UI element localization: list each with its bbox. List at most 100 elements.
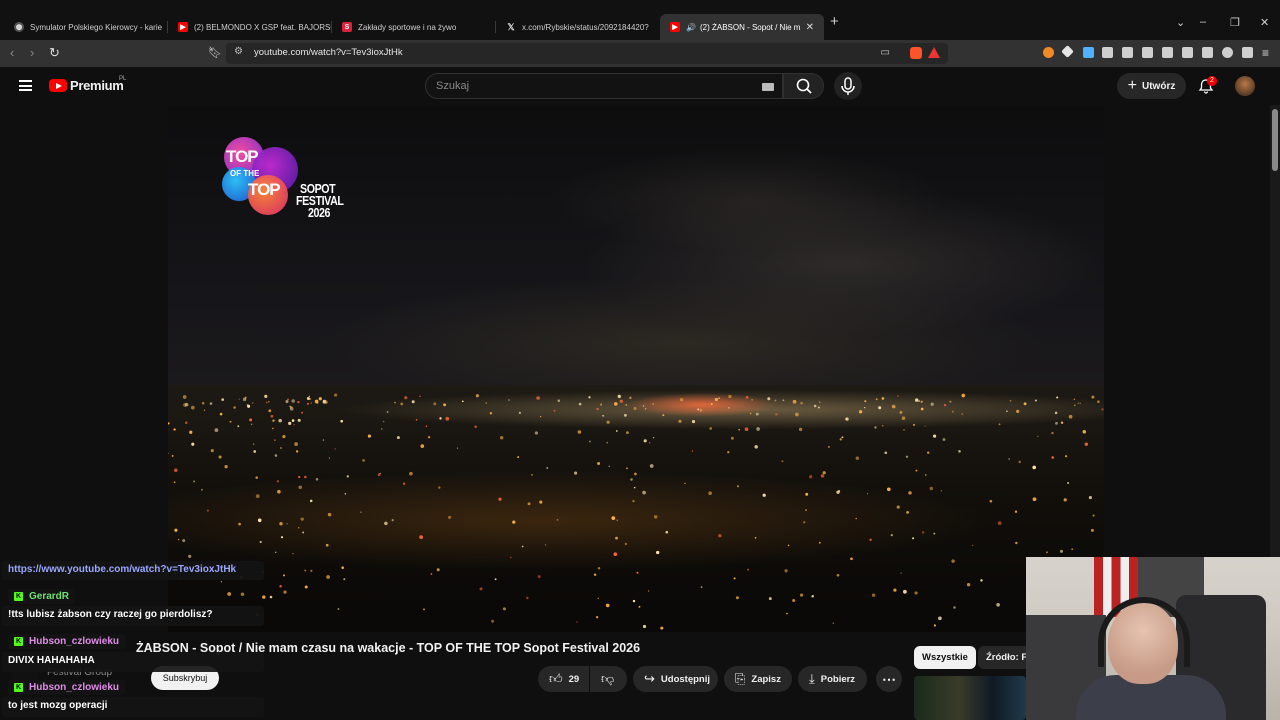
city-light xyxy=(227,592,232,596)
brave-shields-icon[interactable] xyxy=(910,47,922,59)
city-light xyxy=(318,397,322,401)
cast-icon[interactable]: ▭ xyxy=(881,47,890,58)
browser-tab[interactable]: ◍ Symulator Polskiego Kierowcy - karie xyxy=(4,14,168,40)
close-tab-icon[interactable]: ✕ xyxy=(800,22,814,33)
dislike-button[interactable]: 👎︎ xyxy=(590,666,627,692)
address-bar[interactable]: ⚙ youtube.com/watch?v=Tev3ioxJtHk ▭ xyxy=(226,43,948,64)
city-light xyxy=(1084,442,1089,446)
search-box[interactable] xyxy=(425,73,783,99)
tab-search-chevron-icon[interactable]: ⌄ xyxy=(1176,16,1185,29)
city-light xyxy=(174,468,178,472)
city-light xyxy=(633,406,637,411)
extension-icon[interactable] xyxy=(1102,47,1113,58)
extension-icon[interactable] xyxy=(1043,47,1054,58)
city-light xyxy=(805,509,807,512)
brave-rewards-icon[interactable] xyxy=(928,47,940,58)
download-icon: ⤓ xyxy=(809,671,815,686)
music-icon[interactable] xyxy=(1142,47,1153,58)
search-button[interactable] xyxy=(783,73,824,99)
city-light xyxy=(626,467,628,470)
forward-icon[interactable]: › xyxy=(30,45,34,60)
city-light xyxy=(274,454,278,457)
browser-tab[interactable]: S Zakłady sportowe i na żywo xyxy=(332,14,496,40)
city-light xyxy=(813,404,817,408)
recommended-thumbnail[interactable] xyxy=(914,676,1026,720)
city-light xyxy=(278,418,282,423)
city-light xyxy=(381,428,383,430)
city-light xyxy=(1071,548,1074,551)
city-light xyxy=(280,447,282,449)
city-light xyxy=(362,458,366,462)
city-light xyxy=(377,473,381,477)
city-light xyxy=(795,412,799,417)
like-button[interactable]: 👍︎ 29 xyxy=(538,666,589,692)
share-button[interactable]: ↪ Udostępnij xyxy=(633,666,718,692)
scrollbar-thumb[interactable] xyxy=(1272,109,1278,171)
youtube-premium-logo[interactable]: Premium PL xyxy=(49,76,126,93)
bookmark-icon[interactable]: 🔖︎ xyxy=(208,46,222,59)
city-light xyxy=(298,527,300,529)
city-light xyxy=(292,553,294,555)
city-light xyxy=(268,409,272,413)
sidebar-icon[interactable] xyxy=(1162,47,1173,58)
vpn-icon[interactable] xyxy=(1222,47,1233,58)
voice-search-button[interactable] xyxy=(834,72,862,100)
new-tab-button[interactable]: + xyxy=(830,13,839,30)
city-light xyxy=(881,424,884,427)
chip-all[interactable]: Wszystkie xyxy=(914,646,976,669)
city-light xyxy=(774,399,777,402)
restore-button[interactable]: ❐ xyxy=(1230,16,1240,29)
speaker-icon: 🔊 xyxy=(686,22,696,32)
hamburger-menu-icon[interactable] xyxy=(19,80,32,91)
browser-tab-active[interactable]: ▶ 🔊 (2) ŻABSON - Sopot / Nie ma ✕ xyxy=(660,14,824,40)
city-light xyxy=(479,587,483,591)
leo-icon[interactable] xyxy=(1202,47,1213,58)
browser-tab[interactable]: ▶ (2) BELMONDO X GSP feat. BAJORSO xyxy=(168,14,332,40)
menu-icon[interactable]: ≡ xyxy=(1262,46,1269,60)
city-light xyxy=(899,410,903,414)
city-light xyxy=(1059,549,1064,553)
ai-icon[interactable] xyxy=(1242,47,1253,58)
site-info-icon[interactable]: ⚙ xyxy=(234,46,243,57)
kick-badge-icon: K xyxy=(14,637,23,646)
close-window-button[interactable]: ✕ xyxy=(1260,16,1269,29)
reload-icon[interactable]: ↻ xyxy=(49,45,60,61)
wallet-icon[interactable] xyxy=(1182,47,1193,58)
city-light xyxy=(185,421,188,424)
city-light xyxy=(727,451,730,454)
city-light xyxy=(1068,414,1073,419)
city-light xyxy=(419,395,421,398)
city-light xyxy=(782,399,785,402)
city-light xyxy=(697,408,700,411)
city-light xyxy=(629,396,632,400)
extension-icon[interactable] xyxy=(1083,47,1094,58)
city-light xyxy=(756,427,760,431)
city-light xyxy=(221,398,225,401)
city-light xyxy=(537,575,541,579)
city-light xyxy=(744,427,749,432)
city-light xyxy=(866,493,869,495)
city-light xyxy=(237,425,240,428)
more-actions-button[interactable]: ⋯ xyxy=(876,666,902,692)
download-button[interactable]: ⤓ Pobierz xyxy=(798,666,867,692)
back-icon[interactable]: ‹ xyxy=(10,45,14,60)
city-light xyxy=(283,574,285,577)
search-input[interactable] xyxy=(436,80,736,92)
city-light xyxy=(613,552,618,557)
account-avatar[interactable] xyxy=(1235,76,1255,96)
puzzle-icon[interactable] xyxy=(1122,47,1133,58)
save-button[interactable]: ⎘ Zapisz xyxy=(724,666,792,692)
globe-icon: ◍ xyxy=(14,22,24,32)
keyboard-icon[interactable] xyxy=(762,83,774,91)
city-light xyxy=(287,398,289,401)
extension-icon[interactable] xyxy=(1061,45,1074,58)
browser-tab[interactable]: 𝕏 x.com/Rybskie/status/2092184420? xyxy=(496,14,660,40)
create-button[interactable]: + Utwórz xyxy=(1117,73,1186,99)
chat-username-text: GerardR xyxy=(29,591,70,602)
minimize-button[interactable]: – xyxy=(1200,16,1206,28)
city-light xyxy=(1082,430,1087,434)
city-light xyxy=(855,456,860,461)
city-light xyxy=(536,396,540,400)
chat-username: K Hubson_czlowieku xyxy=(8,634,126,649)
city-light xyxy=(792,399,797,404)
